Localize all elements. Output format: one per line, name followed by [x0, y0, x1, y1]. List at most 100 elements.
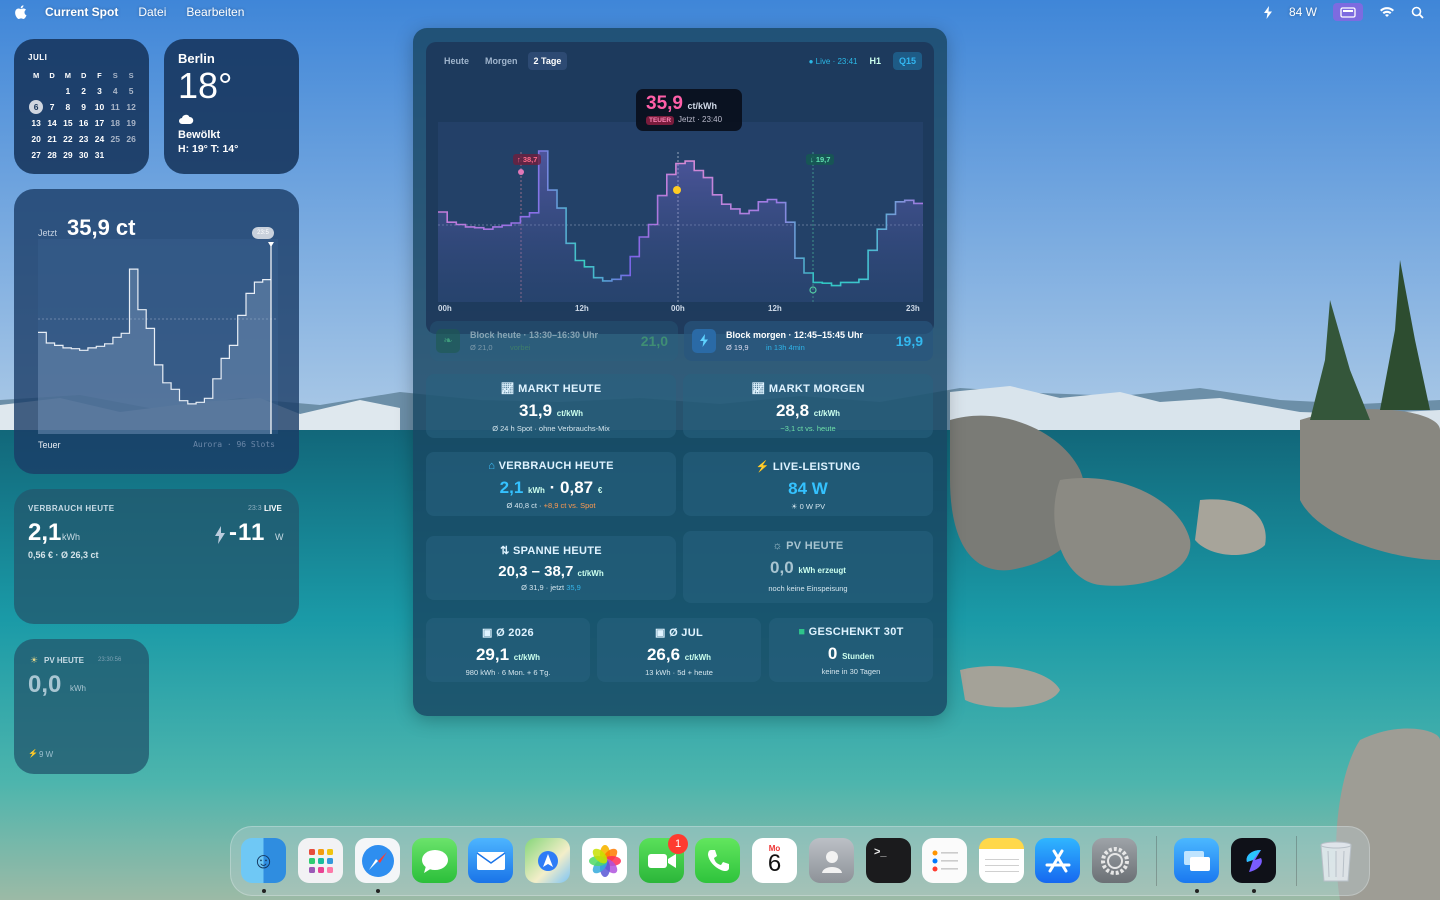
card-value: 29,1 [475, 645, 510, 664]
phone-icon[interactable] [695, 838, 740, 883]
dock-divider [1156, 836, 1157, 886]
menu-bar: Current Spot Datei Bearbeiten 84 W [0, 0, 1440, 24]
tab-heute[interactable]: Heute [438, 52, 475, 70]
day: 27 [31, 150, 41, 160]
pv-heute-card[interactable]: ☼ PV HEUTE 0,0 kWh erzeugt noch keine Ei… [683, 531, 933, 603]
day [123, 147, 139, 163]
bolt-icon [215, 526, 225, 544]
maps-icon[interactable] [525, 838, 570, 883]
price-chart [438, 122, 923, 302]
launchpad-icon[interactable] [298, 838, 343, 883]
res-q15[interactable]: Q15 [892, 52, 922, 70]
verbrauch-card[interactable]: ⌂ VERBRAUCH HEUTE 2,1 kWh · 0,87 € Ø 40,… [426, 452, 676, 516]
price-widget[interactable]: Jetzt 35,9 ct 23:5 Teuer Aurora · 96 Slo… [14, 189, 299, 474]
control-icon[interactable] [1333, 3, 1363, 21]
tooltip-sub: Jetzt · 23:40 [678, 115, 723, 124]
weekday: M [32, 70, 40, 80]
card-sub: 980 kWh · 6 Mon. + 6 Tg. [465, 668, 551, 677]
weekday: M [64, 70, 71, 80]
res-h1[interactable]: H1 [863, 52, 887, 70]
calendar-icon: ▣ [655, 627, 666, 639]
weather-condition: Bewölkt [178, 129, 221, 141]
bolt-icon [692, 329, 716, 353]
max-marker [518, 169, 524, 175]
app-menu[interactable]: Current Spot [45, 5, 118, 19]
card-value: 28,8 [775, 401, 810, 420]
card-title: MARKT HEUTE [518, 383, 602, 395]
card-title: VERBRAUCH HEUTE [498, 460, 614, 472]
running-indicator [376, 889, 380, 893]
markt-morgen-card[interactable]: 📈︎ MARKT MORGEN 28,8 ct/kWh −3,1 ct vs. … [683, 374, 933, 438]
card-value: 31,9 [518, 401, 553, 420]
avg-jul-card[interactable]: ▣ Ø JUL 26,6 ct/kWh 13 kWh · 5d + heute [597, 618, 761, 682]
day-today: 6 [28, 99, 44, 115]
swap-icon: ⇅ [500, 545, 510, 557]
day [44, 83, 60, 99]
card-title: Ø 2026 [496, 627, 534, 639]
cloud-icon [179, 114, 194, 124]
tab-morgen[interactable]: Morgen [479, 52, 524, 70]
block-today-card[interactable]: ❧ Block heute · 13:30–16:30 Uhr Ø 21,0 v… [430, 321, 678, 361]
card-unit: kWh [528, 486, 545, 495]
notes-icon[interactable] [979, 838, 1024, 883]
contacts-icon[interactable] [809, 838, 854, 883]
system-settings-icon[interactable] [1092, 838, 1137, 883]
menu-bearbeiten[interactable]: Bearbeiten [186, 5, 244, 19]
current-spot-app-icon[interactable] [1231, 838, 1276, 883]
spanne-card[interactable]: ⇅ SPANNE HEUTE 20,3 – 38,7 ct/kWh Ø 31,9… [426, 536, 676, 600]
facetime-badge: 1 [668, 834, 688, 854]
geschenkt-card[interactable]: ■ GESCHENKT 30T 0 Stunden keine in 30 Ta… [769, 618, 933, 682]
bolt-icon[interactable] [1263, 5, 1273, 19]
avg-2026-card[interactable]: ▣ Ø 2026 29,1 ct/kWh 980 kWh · 6 Mon. + … [426, 618, 590, 682]
chart-icon: 📈︎ [500, 383, 515, 395]
apple-menu-icon[interactable] [14, 4, 28, 20]
tab-2-tage[interactable]: 2 Tage [527, 52, 568, 70]
card-cost: 0,87 [560, 478, 594, 497]
card-value: 20,3 – 38,7 [498, 563, 574, 580]
day: 31 [94, 150, 105, 160]
mail-icon[interactable] [468, 838, 513, 883]
consumption-title: VERBRAUCH HEUTE [28, 504, 115, 513]
card-sub: Ø 24 h Spot · ohne Verbrauchs-Mix [492, 424, 610, 433]
weather-widget[interactable]: Berlin 18° Bewölkt H: 19° T: 14° [164, 39, 299, 174]
calendar-widget[interactable]: JULI M D M D F S S 12345 6 7 8 9 10 11 12 13 14… [14, 39, 149, 174]
day [107, 147, 123, 163]
gift-icon: ■ [798, 626, 806, 638]
windows-app-icon[interactable] [1174, 838, 1219, 883]
photos-icon[interactable] [582, 838, 627, 883]
calendar-app-icon[interactable]: Mo 6 [752, 838, 797, 883]
consumption-widget[interactable]: VERBRAUCH HEUTE 23:3 LIVE 2,1 kWh -11 W … [14, 489, 299, 624]
block-today-sub: Ø 21,0 [470, 343, 493, 352]
card-unit: ct/kWh [577, 569, 604, 578]
block-tomorrow-card[interactable]: Block morgen · 12:45–15:45 Uhr Ø 19,9 in… [684, 321, 933, 361]
search-icon[interactable] [1411, 6, 1424, 19]
terminal-icon[interactable]: >_ [866, 838, 911, 883]
wifi-icon[interactable] [1379, 6, 1395, 18]
block-tomorrow-title: Block morgen · 12:45–15:45 Uhr [726, 330, 864, 340]
day: 19 [126, 118, 136, 128]
card-title: GESCHENKT 30T [808, 626, 904, 638]
day: 22 [63, 134, 73, 144]
day: 9 [81, 102, 87, 112]
current-spot-window[interactable]: Heute Morgen 2 Tage ● Live · 23:41 H1 Q1… [413, 28, 947, 716]
xtick: 00h [438, 304, 452, 313]
consumption-value: 2,1 [28, 519, 62, 546]
pv-widget[interactable]: ☀ PV HEUTE 23:30:56 0,0 kWh ⚡ 9 W [14, 639, 149, 774]
day: 4 [112, 86, 118, 96]
power-readout[interactable]: 84 W [1289, 5, 1317, 19]
finder-icon[interactable]: ☺ [241, 838, 286, 883]
markt-heute-card[interactable]: 📈︎ MARKT HEUTE 31,9 ct/kWh Ø 24 h Spot ·… [426, 374, 676, 438]
trash-icon[interactable] [1313, 838, 1358, 883]
reminders-icon[interactable] [922, 838, 967, 883]
xtick: 23h [906, 304, 920, 313]
app-store-icon[interactable] [1035, 838, 1080, 883]
messages-icon[interactable] [412, 838, 457, 883]
safari-icon[interactable] [355, 838, 400, 883]
tooltip-unit: ct/kWh [687, 101, 717, 111]
running-indicator [262, 889, 266, 893]
pv-time: 23:30:56 [98, 657, 122, 663]
live-leistung-card[interactable]: ⚡ LIVE-LEISTUNG 84 W ☀ 0 W PV [683, 452, 933, 516]
menu-datei[interactable]: Datei [138, 5, 166, 19]
pv-unit: kWh [70, 684, 86, 693]
running-indicator [1252, 889, 1256, 893]
